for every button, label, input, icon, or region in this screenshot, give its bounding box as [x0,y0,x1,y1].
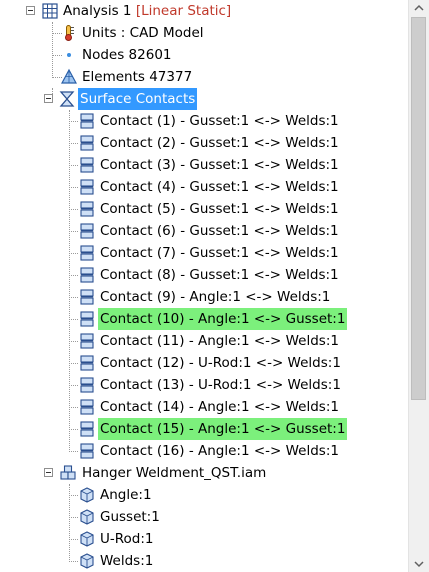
contact-row[interactable]: Contact (4) - Gusset:1 <-> Welds:1 [0,176,408,198]
contact-pair-icon [78,442,96,460]
tree-row-elements[interactable]: Elements 47377 [0,66,408,88]
analysis-name: Analysis 1 [63,3,132,19]
collapse-toggle[interactable] [26,6,35,15]
contact-pair-icon [78,398,96,416]
nodes-label[interactable]: Nodes 82601 [80,44,174,66]
tree-guide-line [69,517,78,518]
contact-row[interactable]: Contact (2) - Gusset:1 <-> Welds:1 [0,132,408,154]
part-label[interactable]: Angle:1 [98,484,154,506]
tree-guide-line [69,561,78,562]
contact-row[interactable]: Contact (10) - Angle:1 <-> Gusset:1 [0,308,408,330]
contact-row[interactable]: Contact (3) - Gusset:1 <-> Welds:1 [0,154,408,176]
part-row[interactable]: Welds:1 [0,550,408,572]
contact-label[interactable]: Contact (1) - Gusset:1 <-> Welds:1 [98,110,341,132]
contact-pair-icon [78,332,96,350]
contact-label[interactable]: Contact (15) - Angle:1 <-> Gusset:1 [98,418,348,440]
part-label[interactable]: U-Rod:1 [98,528,156,550]
mesh-element-icon [60,68,78,84]
contact-row[interactable]: Contact (6) - Gusset:1 <-> Welds:1 [0,220,408,242]
contact-label[interactable]: Contact (4) - Gusset:1 <-> Welds:1 [98,176,341,198]
collapse-toggle[interactable] [44,468,53,477]
contact-pair-icon [78,310,96,328]
elements-label[interactable]: Elements 47377 [80,66,194,88]
contact-label[interactable]: Contact (11) - Angle:1 <-> Welds:1 [98,330,341,352]
contact-pair-icon [78,376,96,394]
tree-row-assembly[interactable]: Hanger Weldment_QST.iam [0,462,408,484]
surface-contacts-label[interactable]: Surface Contacts [78,88,198,110]
contact-label[interactable]: Contact (13) - U-Rod:1 <-> Welds:1 [98,374,343,396]
contact-label[interactable]: Contact (3) - Gusset:1 <-> Welds:1 [98,154,341,176]
contact-row[interactable]: Contact (12) - U-Rod:1 <-> Welds:1 [0,352,408,374]
contact-label[interactable]: Contact (5) - Gusset:1 <-> Welds:1 [98,198,341,220]
scroll-down-arrow-icon[interactable] [409,555,429,572]
contact-label[interactable]: Contact (6) - Gusset:1 <-> Welds:1 [98,220,341,242]
contact-row[interactable]: Contact (14) - Angle:1 <-> Welds:1 [0,396,408,418]
contact-pair-icon [78,178,96,196]
part-cube-icon [78,486,96,504]
tree-guide-line [69,539,78,540]
tree-row-nodes[interactable]: Nodes 82601 [0,44,408,66]
contact-row[interactable]: Contact (9) - Angle:1 <-> Welds:1 [0,286,408,308]
node-dot-icon [67,53,71,57]
contact-label[interactable]: Contact (8) - Gusset:1 <-> Welds:1 [98,264,341,286]
analysis-grid-icon [42,3,58,19]
part-label[interactable]: Gusset:1 [98,506,162,528]
contact-pair-icon [78,266,96,284]
browser-tree: Analysis 1 [Linear Static] Units : CAD M… [0,0,408,572]
contact-pair-icon [78,244,96,262]
contact-row[interactable]: Contact (15) - Angle:1 <-> Gusset:1 [0,418,408,440]
contact-label[interactable]: Contact (10) - Angle:1 <-> Gusset:1 [98,308,348,330]
contact-pair-icon [78,156,96,174]
part-row[interactable]: U-Rod:1 [0,528,408,550]
contact-label[interactable]: Contact (14) - Angle:1 <-> Welds:1 [98,396,341,418]
collapse-toggle[interactable] [44,94,53,103]
thermometer-icon [65,25,74,41]
assembly-icon [60,465,76,480]
part-cube-icon [78,552,96,570]
contact-pair-icon [78,112,96,130]
vertical-scrollbar[interactable] [408,0,429,572]
part-cube-icon [78,530,96,548]
contact-row[interactable]: Contact (8) - Gusset:1 <-> Welds:1 [0,264,408,286]
contact-row[interactable]: Contact (16) - Angle:1 <-> Welds:1 [0,440,408,462]
contact-label[interactable]: Contact (9) - Angle:1 <-> Welds:1 [98,286,332,308]
contact-row[interactable]: Contact (13) - U-Rod:1 <-> Welds:1 [0,374,408,396]
contact-pair-icon [78,420,96,438]
contact-row[interactable]: Contact (5) - Gusset:1 <-> Welds:1 [0,198,408,220]
contact-label[interactable]: Contact (16) - Angle:1 <-> Welds:1 [98,440,341,462]
contact-pair-icon [78,288,96,306]
part-label[interactable]: Welds:1 [98,550,155,572]
tree-row-units[interactable]: Units : CAD Model [0,22,408,44]
contact-hourglass-icon [59,91,75,107]
tree-guide-line [69,495,78,496]
tree-row-analysis[interactable]: Analysis 1 [Linear Static] [0,0,408,22]
contact-row[interactable]: Contact (7) - Gusset:1 <-> Welds:1 [0,242,408,264]
scroll-up-arrow-icon[interactable] [409,0,429,17]
contact-pair-icon [78,222,96,240]
contact-row[interactable]: Contact (11) - Angle:1 <-> Welds:1 [0,330,408,352]
part-cube-icon [78,508,96,526]
scrollbar-thumb[interactable] [411,17,426,400]
units-label[interactable]: Units : CAD Model [80,22,206,44]
contact-pair-icon [78,200,96,218]
tree-row-surface-contacts[interactable]: Surface Contacts [0,88,408,110]
analysis-type: [Linear Static] [135,3,232,19]
contact-row[interactable]: Contact (1) - Gusset:1 <-> Welds:1 [0,110,408,132]
contact-label[interactable]: Contact (12) - U-Rod:1 <-> Welds:1 [98,352,343,374]
part-row[interactable]: Angle:1 [0,484,408,506]
contact-label[interactable]: Contact (7) - Gusset:1 <-> Welds:1 [98,242,341,264]
part-row[interactable]: Gusset:1 [0,506,408,528]
contact-label[interactable]: Contact (2) - Gusset:1 <-> Welds:1 [98,132,341,154]
analysis-label[interactable]: Analysis 1 [Linear Static] [61,0,233,22]
assembly-label[interactable]: Hanger Weldment_QST.iam [80,462,268,484]
contact-pair-icon [78,134,96,152]
contact-pair-icon [78,354,96,372]
